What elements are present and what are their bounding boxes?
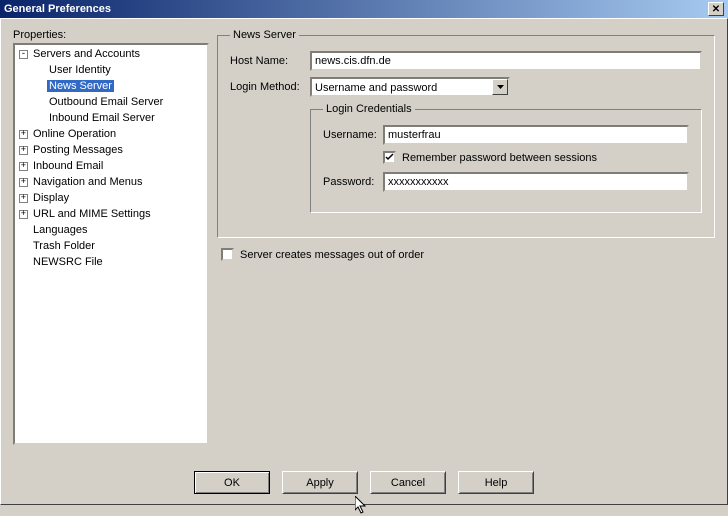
tree-node-user-identity[interactable]: User Identity <box>31 62 207 78</box>
checkbox-icon <box>383 151 396 164</box>
login-method-select[interactable]: Username and password <box>310 77 510 97</box>
tree-node-url-and-mime-settings[interactable]: +URL and MIME Settings <box>15 206 207 222</box>
news-server-legend: News Server <box>230 29 299 41</box>
expand-icon[interactable]: + <box>19 194 28 203</box>
tree-node-online-operation[interactable]: +Online Operation <box>15 126 207 142</box>
collapse-icon[interactable]: - <box>19 50 28 59</box>
host-name-label: Host Name: <box>230 55 310 67</box>
username-input[interactable] <box>383 125 689 145</box>
password-input[interactable] <box>383 172 689 192</box>
ok-button[interactable]: OK <box>194 471 270 494</box>
expand-icon[interactable]: + <box>19 130 28 139</box>
login-method-label: Login Method: <box>230 81 310 93</box>
tree-node-outbound-email-server[interactable]: Outbound Email Server <box>31 94 207 110</box>
tree-node-servers-and-accounts[interactable]: - Servers and Accounts <box>15 46 207 62</box>
checkbox-icon <box>221 248 234 261</box>
remember-password-checkbox[interactable]: Remember password between sessions <box>383 151 689 164</box>
expand-icon[interactable]: + <box>19 146 28 155</box>
apply-button[interactable]: Apply <box>282 471 358 494</box>
tree-node-inbound-email[interactable]: +Inbound Email <box>15 158 207 174</box>
password-label: Password: <box>323 176 383 188</box>
close-button[interactable]: ✕ <box>708 2 724 16</box>
tree-node-inbound-email-server[interactable]: Inbound Email Server <box>31 110 207 126</box>
expand-icon[interactable]: + <box>19 210 28 219</box>
cancel-button[interactable]: Cancel <box>370 471 446 494</box>
tree-node-newsrc-file[interactable]: NEWSRC File <box>15 254 207 270</box>
expand-icon[interactable]: + <box>19 162 28 171</box>
tree-node-trash-folder[interactable]: Trash Folder <box>15 238 207 254</box>
properties-label: Properties: <box>13 29 209 41</box>
expand-icon[interactable]: + <box>19 178 28 187</box>
out-of-order-label: Server creates messages out of order <box>240 249 424 261</box>
chevron-down-icon <box>492 79 508 95</box>
close-icon: ✕ <box>712 4 720 15</box>
properties-tree[interactable]: - Servers and Accounts User Identity New… <box>13 43 209 445</box>
tree-node-languages[interactable]: Languages <box>15 222 207 238</box>
tree-node-news-server[interactable]: News Server <box>31 78 207 94</box>
tree-node-display[interactable]: +Display <box>15 190 207 206</box>
news-server-group: News Server Host Name: Login Method: Use… <box>217 29 715 238</box>
dialog-button-row: OK Apply Cancel Help <box>1 471 727 494</box>
tree-node-posting-messages[interactable]: +Posting Messages <box>15 142 207 158</box>
mouse-cursor-icon <box>355 496 369 516</box>
login-credentials-group: Login Credentials Username: Remember pas… <box>310 103 702 213</box>
host-name-input[interactable] <box>310 51 702 71</box>
remember-password-label: Remember password between sessions <box>402 152 597 164</box>
window-title: General Preferences <box>4 3 111 15</box>
username-label: Username: <box>323 129 383 141</box>
login-credentials-legend: Login Credentials <box>323 103 415 115</box>
out-of-order-checkbox[interactable]: Server creates messages out of order <box>221 248 715 261</box>
tree-node-navigation-and-menus[interactable]: +Navigation and Menus <box>15 174 207 190</box>
titlebar: General Preferences ✕ <box>0 0 728 18</box>
help-button[interactable]: Help <box>458 471 534 494</box>
